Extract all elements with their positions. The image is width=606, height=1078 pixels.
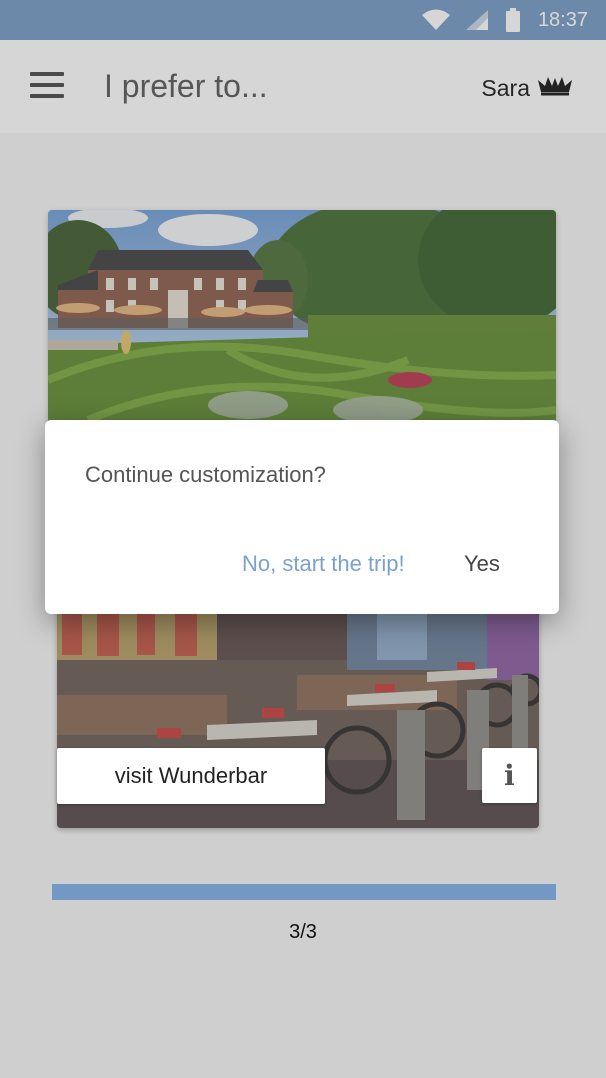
dialog-title: Continue customization? [85, 462, 326, 487]
customization-dialog: Continue customization? No, start the tr… [45, 420, 559, 614]
info-button[interactable]: i [482, 748, 537, 803]
info-icon: i [504, 759, 515, 792]
visit-place-button[interactable]: visit Wunderbar [57, 748, 325, 804]
progress-bar [52, 884, 556, 900]
page-indicator: 3/3 [289, 921, 317, 943]
yes-button[interactable]: Yes [464, 551, 500, 577]
start-trip-button[interactable]: No, start the trip! [242, 551, 405, 577]
progress-fill [52, 884, 556, 900]
